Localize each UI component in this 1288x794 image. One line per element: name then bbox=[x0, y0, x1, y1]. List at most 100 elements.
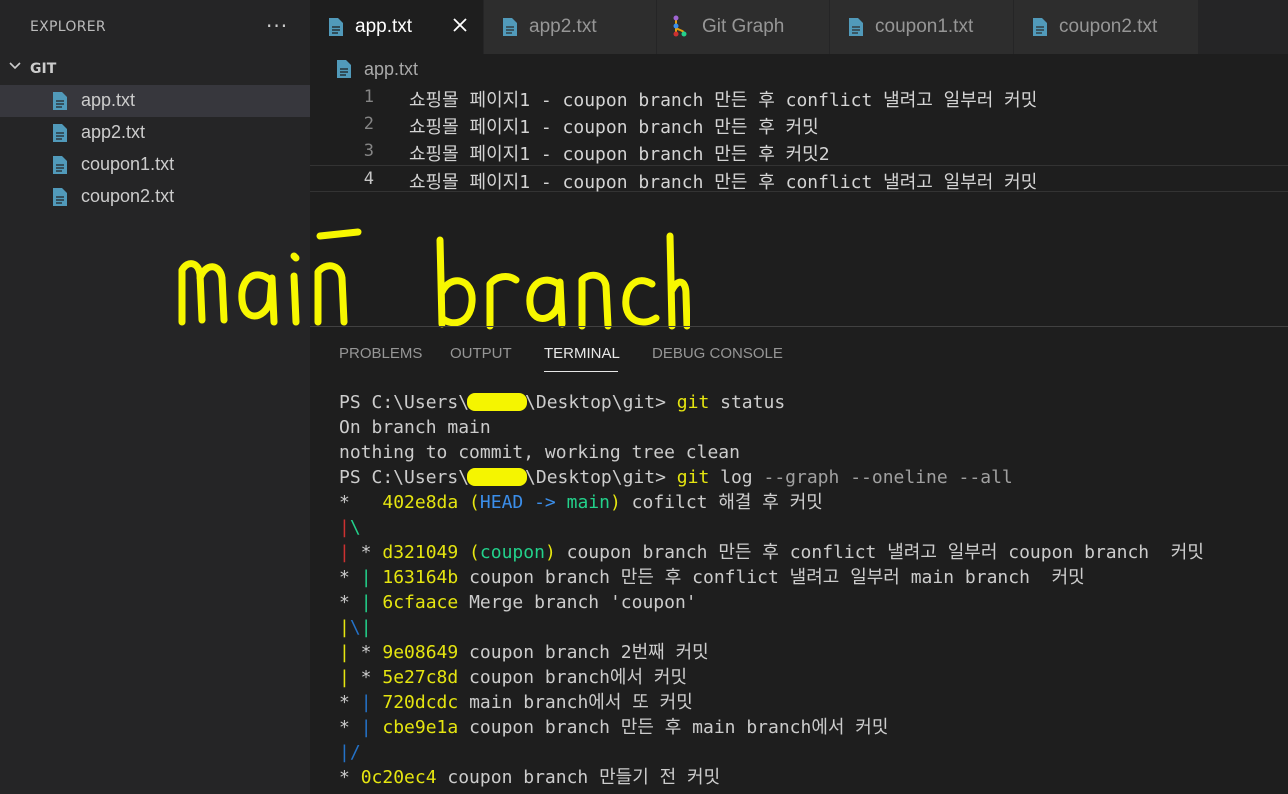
tab-problems[interactable]: PROBLEMS bbox=[339, 345, 422, 362]
graph-edge: / bbox=[349, 742, 361, 763]
terminal-output[interactable]: PS C:\Users\ \Desktop\git> git status On … bbox=[339, 390, 1288, 790]
file-icon bbox=[1033, 18, 1047, 36]
graph-line: * 0c20ec4 coupon branch 만들기 전 커밋 bbox=[339, 765, 1288, 790]
tab-coupon1[interactable]: coupon1.txt bbox=[830, 0, 1013, 54]
prompt-suffix: \Desktop\git> bbox=[525, 392, 666, 413]
graph-edge: | bbox=[360, 692, 372, 713]
graph-edge: | bbox=[360, 567, 372, 588]
line-number: 2 bbox=[363, 114, 374, 134]
file-icon bbox=[53, 124, 67, 142]
graph-edge: \ bbox=[349, 617, 361, 638]
editor-line: 1 쇼핑몰 페이지1 - coupon branch 만든 후 conflict… bbox=[310, 84, 1288, 111]
ref-paren: ) bbox=[544, 542, 556, 563]
file-label: app.txt bbox=[81, 90, 136, 110]
graph-node: * bbox=[349, 642, 383, 663]
file-icon bbox=[849, 18, 863, 36]
file-item-coupon1[interactable]: coupon1.txt bbox=[0, 149, 310, 181]
command-args: --graph --oneline --all bbox=[752, 467, 1013, 488]
graph-line: | * d321049 (coupon) coupon branch 만든 후 … bbox=[339, 540, 1288, 565]
graph-node: * bbox=[339, 692, 361, 713]
graph-edge: | bbox=[339, 667, 350, 688]
ref-head: HEAD -> bbox=[479, 492, 567, 513]
terminal-line: PS C:\Users\ \Desktop\git> git log --grap… bbox=[339, 465, 1288, 490]
commit-hash: 0c20ec4 bbox=[360, 767, 437, 788]
commit-message: coupon branch 만든 후 conflict 낼려고 일부러 coup… bbox=[555, 542, 1204, 563]
breadcrumb-label: app.txt bbox=[364, 59, 419, 79]
prompt-prefix: PS C:\Users\ bbox=[339, 392, 470, 413]
line-number: 3 bbox=[363, 141, 374, 161]
commit-message: coupon branch 2번째 커밋 bbox=[458, 642, 709, 663]
commit-message: main branch에서 또 커밋 bbox=[458, 692, 693, 713]
tab-output[interactable]: OUTPUT bbox=[450, 345, 512, 362]
graph-node: * bbox=[339, 767, 361, 788]
commit-hash: 402e8da bbox=[382, 492, 459, 513]
command-git: git bbox=[676, 392, 710, 413]
line-text: 쇼핑몰 페이지1 - coupon branch 만든 후 conflict 낼… bbox=[409, 90, 1038, 111]
file-item-app2[interactable]: app2.txt bbox=[0, 117, 310, 149]
commit-hash: d321049 bbox=[382, 542, 459, 563]
chevron-down-icon bbox=[9, 62, 21, 70]
ref-branch: main bbox=[566, 492, 610, 513]
file-label: app2.txt bbox=[81, 122, 146, 142]
graph-node: * bbox=[349, 667, 383, 688]
graph-edge: \ bbox=[349, 517, 361, 538]
close-icon[interactable] bbox=[451, 16, 469, 34]
tab-label: app.txt bbox=[355, 16, 413, 37]
graph-edge: | bbox=[339, 742, 350, 763]
graph-edge: | bbox=[360, 717, 372, 738]
file-label: coupon1.txt bbox=[81, 154, 175, 174]
commit-message: cofilct 해결 후 커밋 bbox=[620, 492, 823, 513]
graph-node: * bbox=[339, 567, 361, 588]
file-icon bbox=[53, 188, 67, 206]
graph-edge: | bbox=[339, 542, 350, 563]
editor-line: 2 쇼핑몰 페이지1 - coupon branch 만든 후 커밋 bbox=[310, 111, 1288, 138]
file-icon bbox=[329, 18, 343, 36]
tab-label: coupon2.txt bbox=[1059, 16, 1158, 37]
editor-tabbar: app.txt app2.txt Git Graph coupon1.txt c… bbox=[310, 0, 1288, 54]
tab-label: app2.txt bbox=[529, 16, 597, 37]
prompt-prefix: PS C:\Users\ bbox=[339, 467, 470, 488]
file-item-app[interactable]: app.txt bbox=[0, 85, 310, 117]
file-label: coupon2.txt bbox=[81, 186, 175, 206]
tab-terminal[interactable]: TERMINAL bbox=[544, 345, 620, 362]
file-tree: app.txt app2.txt coupon1.txt coupon2.txt bbox=[0, 85, 310, 213]
git-graph-icon bbox=[673, 15, 687, 37]
file-icon bbox=[53, 156, 67, 174]
graph-node: * bbox=[339, 492, 383, 513]
tab-coupon2[interactable]: coupon2.txt bbox=[1014, 0, 1198, 54]
file-item-coupon2[interactable]: coupon2.txt bbox=[0, 181, 310, 213]
ref-paren: ( bbox=[458, 492, 480, 513]
tab-app2[interactable]: app2.txt bbox=[484, 0, 656, 54]
graph-node: * bbox=[349, 542, 383, 563]
more-actions-icon[interactable]: ··· bbox=[266, 14, 288, 38]
folder-git[interactable]: GIT bbox=[0, 57, 310, 83]
ref-branch: coupon bbox=[479, 542, 545, 563]
line-text: 쇼핑몰 페이지1 - coupon branch 만든 후 conflict 낼… bbox=[409, 172, 1038, 193]
command-args: status bbox=[709, 392, 786, 413]
tab-git-graph[interactable]: Git Graph bbox=[657, 0, 829, 54]
ref-paren: ( bbox=[458, 542, 480, 563]
explorer-sidebar: EXPLORER ··· GIT app.txt app2.txt coupon… bbox=[0, 0, 310, 794]
bottom-panel: PROBLEMS OUTPUT TERMINAL DEBUG CONSOLE P… bbox=[310, 326, 1288, 794]
tab-debug-console[interactable]: DEBUG CONSOLE bbox=[652, 345, 783, 362]
graph-line: * | cbe9e1a coupon branch 만든 후 main bran… bbox=[339, 715, 1288, 740]
editor-line-current: 4 쇼핑몰 페이지1 - coupon branch 만든 후 conflict… bbox=[310, 165, 1288, 193]
terminal-line: nothing to commit, working tree clean bbox=[339, 442, 740, 463]
tab-label: coupon1.txt bbox=[875, 16, 974, 37]
tab-app[interactable]: app.txt bbox=[310, 0, 483, 54]
graph-node: * bbox=[339, 592, 361, 613]
commit-hash: 9e08649 bbox=[382, 642, 459, 663]
explorer-title: EXPLORER bbox=[30, 19, 106, 35]
line-number: 1 bbox=[363, 87, 374, 107]
command-git: git bbox=[676, 467, 710, 488]
line-number: 4 bbox=[363, 169, 374, 189]
graph-line: | * 5e27c8d coupon branch에서 커밋 bbox=[339, 665, 1288, 690]
graph-edge: | bbox=[339, 517, 350, 538]
graph-node: * bbox=[339, 717, 361, 738]
tab-label: Git Graph bbox=[702, 16, 785, 37]
commit-hash: 6cfaace bbox=[371, 592, 459, 613]
redaction-mark bbox=[467, 468, 528, 486]
file-icon bbox=[337, 60, 351, 78]
graph-line: |\ bbox=[339, 515, 1288, 540]
commit-message: coupon branch 만들기 전 커밋 bbox=[436, 767, 721, 788]
